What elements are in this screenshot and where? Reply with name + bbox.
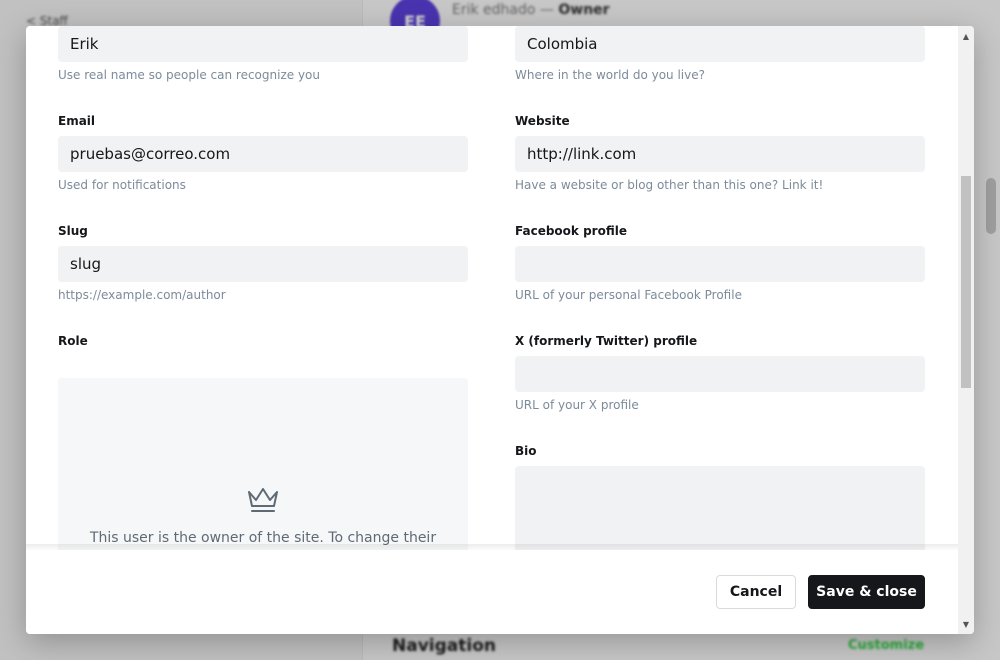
facebook-label: Facebook profile	[515, 224, 627, 238]
role-label: Role	[58, 334, 88, 348]
modal-content: Erik Use real name so people can recogni…	[26, 26, 958, 550]
website-hint: Have a website or blog other than this o…	[515, 178, 824, 192]
x-profile-label: X (formerly Twitter) profile	[515, 334, 698, 348]
save-close-button[interactable]: Save & close	[808, 575, 925, 609]
x-profile-input[interactable]	[515, 356, 925, 392]
edit-profile-modal: Erik Use real name so people can recogni…	[26, 26, 974, 634]
email-field[interactable]: pruebas@correo.com	[58, 136, 468, 172]
cancel-button[interactable]: Cancel	[716, 575, 796, 609]
full-name-hint: Use real name so people can recognize yo…	[58, 68, 320, 82]
full-name-input[interactable]: Erik	[58, 26, 468, 62]
modal-scrollbar[interactable]: ▲ ▼	[958, 26, 974, 634]
slug-label: Slug	[58, 224, 88, 238]
email-label: Email	[58, 114, 96, 128]
scrollbar-thumb[interactable]	[961, 176, 971, 388]
slug-hint: https://example.com/author	[58, 288, 226, 302]
crown-icon	[248, 488, 278, 512]
website-input[interactable]: http://link.com	[515, 136, 925, 172]
facebook-hint: URL of your personal Facebook Profile	[515, 288, 742, 302]
scroll-down-arrow-icon[interactable]: ▼	[958, 616, 974, 632]
role-owner-box: This user is the owner of the site. To c…	[58, 378, 468, 550]
bio-textarea[interactable]	[515, 466, 925, 550]
website-label: Website	[515, 114, 570, 128]
location-hint: Where in the world do you live?	[515, 68, 705, 82]
bio-label: Bio	[515, 444, 537, 458]
slug-input[interactable]: slug	[58, 246, 468, 282]
location-input[interactable]: Colombia	[515, 26, 925, 62]
modal-footer: Cancel Save & close	[26, 550, 958, 634]
facebook-input[interactable]	[515, 246, 925, 282]
x-profile-hint: URL of your X profile	[515, 398, 639, 412]
email-hint: Used for notifications	[58, 178, 186, 192]
scroll-up-arrow-icon[interactable]: ▲	[958, 28, 974, 44]
